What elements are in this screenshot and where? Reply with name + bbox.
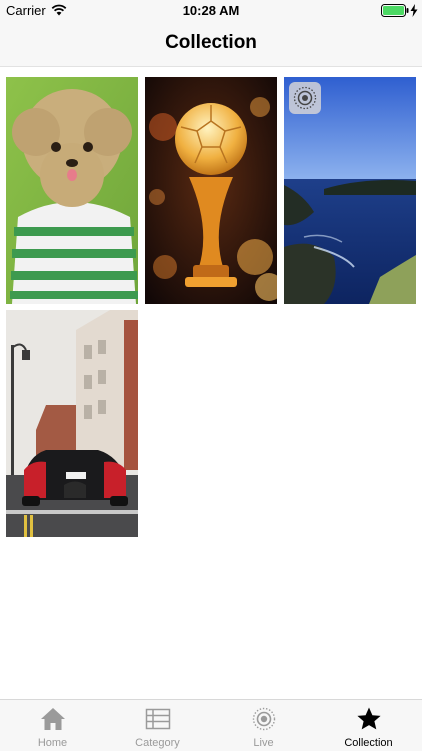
tab-collection[interactable]: Collection	[316, 700, 421, 751]
navigation-bar: Collection	[0, 22, 422, 67]
tab-home[interactable]: Home	[0, 700, 105, 751]
tab-label-live: Live	[253, 737, 274, 749]
photo-poodle[interactable]	[6, 77, 138, 304]
tab-label-category: Category	[135, 737, 180, 749]
page-title: Collection	[165, 32, 257, 53]
home-icon	[41, 708, 65, 730]
photo-coastline[interactable]	[284, 77, 416, 304]
status-bar: Carrier 10:28 AM	[0, 0, 422, 22]
battery-icon	[381, 4, 409, 17]
tab-label-home: Home	[37, 737, 68, 749]
tab-bar: Home Category Live Collection	[0, 699, 422, 751]
clock: 10:28 AM	[182, 3, 240, 18]
star-icon	[357, 707, 381, 730]
tab-live[interactable]: Live	[211, 700, 316, 751]
tab-category[interactable]: Category	[105, 700, 210, 751]
live-icon	[252, 707, 276, 731]
live-photo-badge	[289, 82, 321, 114]
live-photo-icon	[293, 86, 317, 110]
category-icon	[145, 708, 171, 730]
charging-icon	[410, 4, 418, 17]
tab-label-collection: Collection	[344, 737, 393, 749]
photo-sports-car[interactable]	[6, 310, 138, 537]
photo-football-trophy[interactable]	[145, 77, 277, 304]
